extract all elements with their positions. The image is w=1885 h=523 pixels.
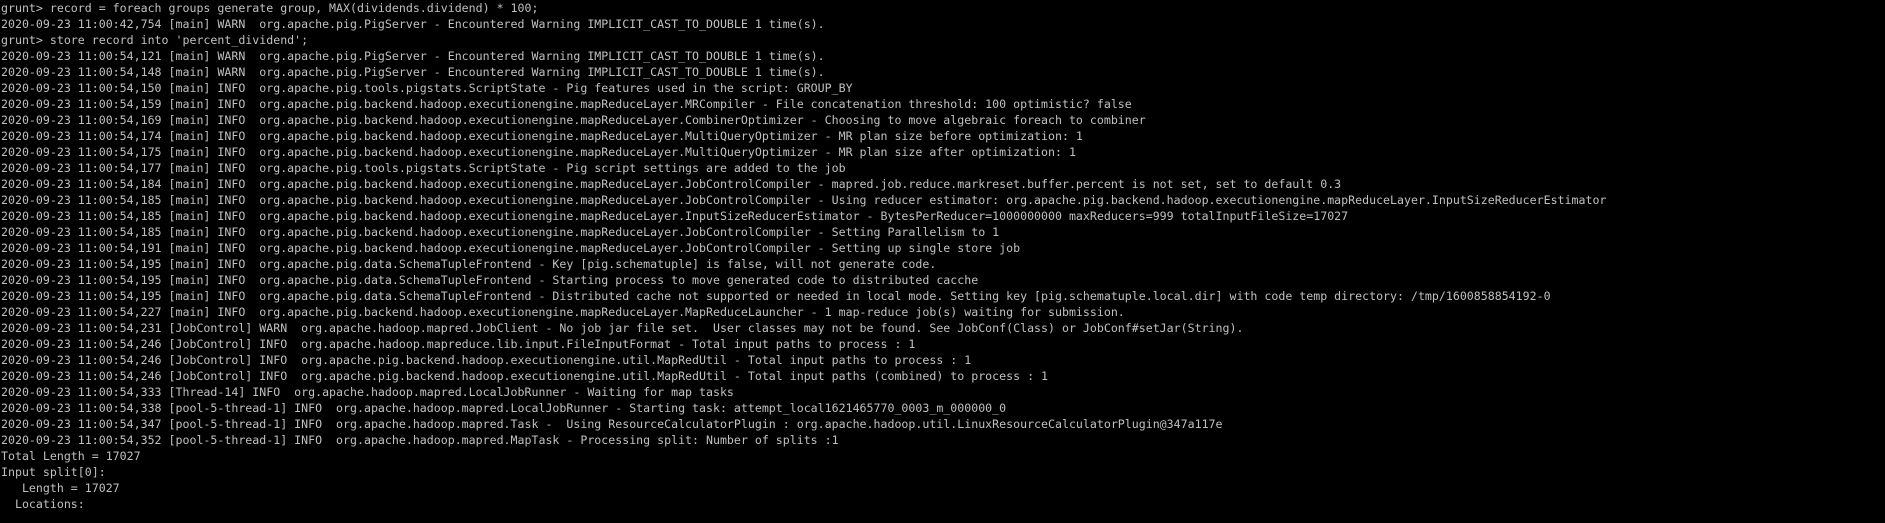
terminal-line: 2020-09-23 11:00:54,185 [main] INFO org.… [1, 209, 1349, 223]
terminal-line: 2020-09-23 11:00:54,121 [main] WARN org.… [1, 49, 825, 63]
terminal-line: Total Length = 17027 [1, 449, 141, 463]
terminal-line: 2020-09-23 11:00:54,338 [pool-5-thread-1… [1, 401, 1007, 415]
terminal-line: 2020-09-23 11:00:54,184 [main] INFO org.… [1, 177, 1342, 191]
terminal-line: Locations: [1, 497, 85, 511]
terminal-line: 2020-09-23 11:00:54,352 [pool-5-thread-1… [1, 433, 839, 447]
terminal-line: 2020-09-23 11:00:54,174 [main] INFO org.… [1, 129, 1083, 143]
terminal-line: 2020-09-23 11:00:54,195 [main] INFO org.… [1, 257, 937, 271]
terminal-line: 2020-09-23 11:00:54,169 [main] INFO org.… [1, 113, 1146, 127]
terminal-line: 2020-09-23 11:00:54,347 [pool-5-thread-1… [1, 417, 1223, 431]
terminal-line: 2020-09-23 11:00:54,333 [Thread-14] INFO… [1, 385, 734, 399]
terminal-line: Length = 17027 [1, 481, 120, 495]
terminal-line: 2020-09-23 11:00:54,231 [JobControl] WAR… [1, 321, 1244, 335]
terminal-line: 2020-09-23 11:00:54,159 [main] INFO org.… [1, 97, 1132, 111]
terminal-line: grunt> record = foreach groups generate … [1, 1, 539, 15]
terminal-line: grunt> store record into 'percent_divide… [1, 33, 309, 47]
terminal-line: 2020-09-23 11:00:54,185 [main] INFO org.… [1, 193, 1607, 207]
terminal-line: 2020-09-23 11:00:54,177 [main] INFO org.… [1, 161, 846, 175]
terminal-line: 2020-09-23 11:00:42,754 [main] WARN org.… [1, 17, 825, 31]
terminal-line: 2020-09-23 11:00:54,246 [JobControl] INF… [1, 353, 972, 367]
terminal-line: 2020-09-23 11:00:54,150 [main] INFO org.… [1, 81, 853, 95]
terminal-line: 2020-09-23 11:00:54,246 [JobControl] INF… [1, 337, 916, 351]
terminal-line: 2020-09-23 11:00:54,185 [main] INFO org.… [1, 225, 1000, 239]
terminal-line: 2020-09-23 11:00:54,227 [main] INFO org.… [1, 305, 1125, 319]
terminal-line: 2020-09-23 11:00:54,195 [main] INFO org.… [1, 289, 1551, 303]
terminal-line: 2020-09-23 11:00:54,191 [main] INFO org.… [1, 241, 1021, 255]
terminal-line: 2020-09-23 11:00:54,246 [JobControl] INF… [1, 369, 1049, 383]
terminal-line: Input split[0]: [1, 465, 106, 479]
terminal-line: 2020-09-23 11:00:54,195 [main] INFO org.… [1, 273, 979, 287]
terminal-line: 2020-09-23 11:00:54,175 [main] INFO org.… [1, 145, 1076, 159]
terminal-line: 2020-09-23 11:00:54,148 [main] WARN org.… [1, 65, 825, 79]
terminal-window[interactable]: grunt> record = foreach groups generate … [0, 0, 1885, 523]
